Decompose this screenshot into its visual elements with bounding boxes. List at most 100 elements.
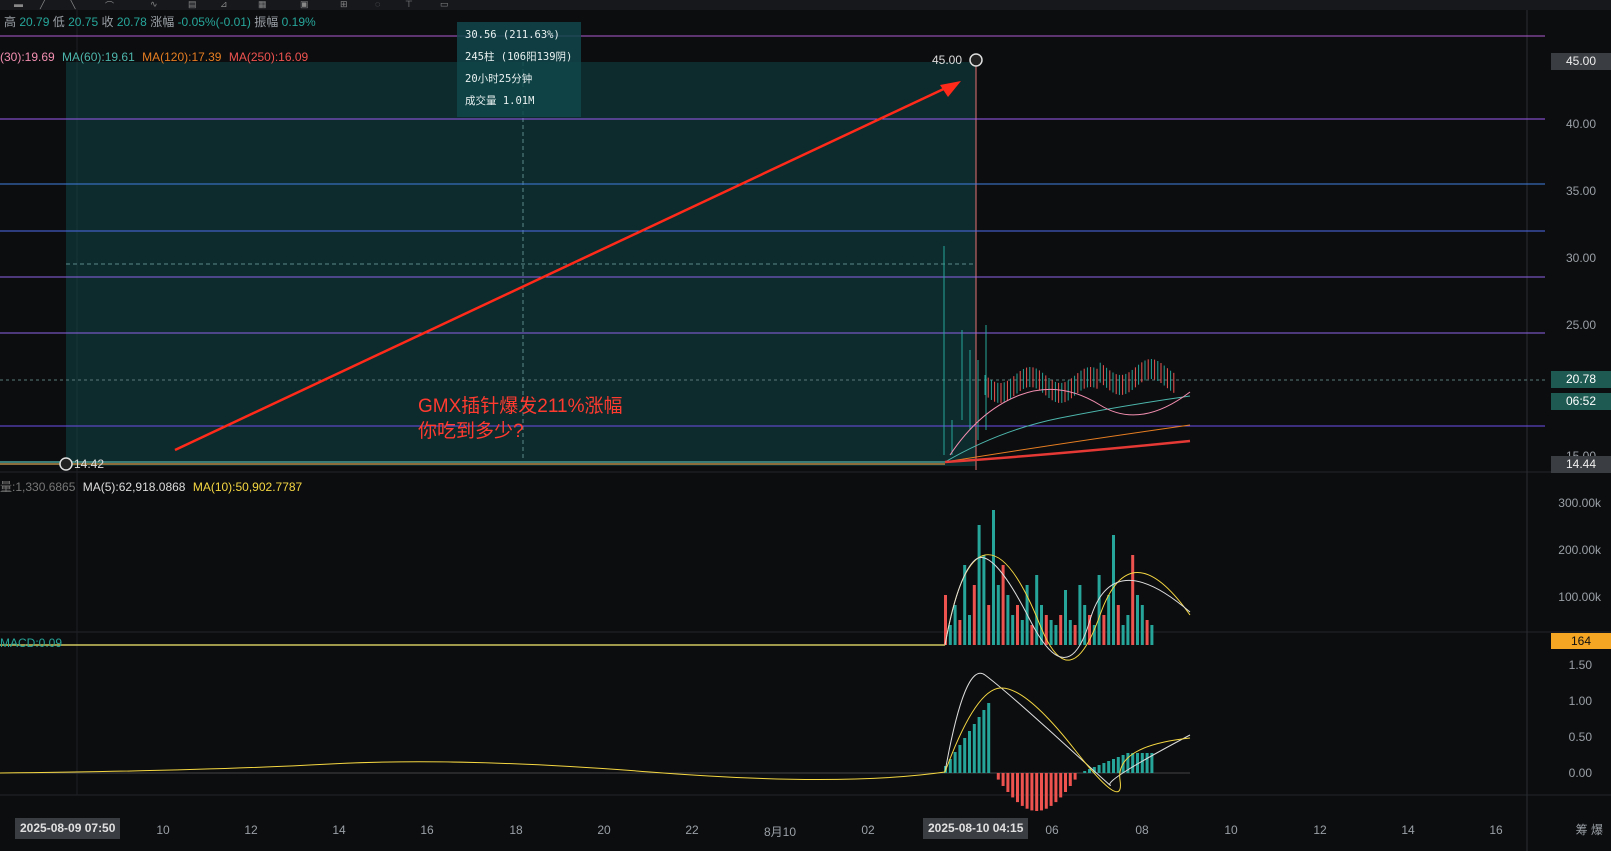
volume-bar — [1150, 625, 1154, 645]
macd-bar — [1145, 753, 1149, 773]
macd-bar — [1049, 773, 1053, 806]
tool-icon[interactable]: ▦ — [258, 0, 267, 10]
macd-bar — [1131, 753, 1135, 773]
tool-icon[interactable]: ∿ — [150, 0, 158, 10]
macd-bar — [958, 745, 962, 773]
tool-icon[interactable]: ╱ — [40, 0, 45, 10]
volume-axis-tick: 200.00k — [1558, 543, 1601, 557]
chart-canvas[interactable] — [0, 0, 1611, 851]
macd-bar — [968, 731, 971, 773]
chip-burst-toggles[interactable]: 筹 爆 — [1576, 821, 1603, 838]
macd-bar — [982, 710, 986, 773]
volume-legend: 量:1,330.6865 MA(5):62,918.0868 MA(10):50… — [0, 478, 302, 495]
tool-icon[interactable]: ▤ — [188, 0, 197, 10]
volume-bar — [1006, 595, 1010, 645]
price-axis-tick: 40.00 — [1565, 117, 1596, 131]
tool-icon[interactable]: ⊞ — [340, 0, 348, 10]
volume-bar — [948, 625, 952, 645]
macd-bar — [972, 724, 976, 773]
time-axis-tick: 18 — [509, 823, 523, 837]
measure-change: 30.56 (211.63%) — [465, 29, 560, 41]
volume-bar — [1126, 615, 1130, 645]
volume-tag: 164 — [1551, 633, 1611, 649]
tool-icon[interactable]: ▭ — [440, 0, 449, 10]
tool-icon[interactable]: ◌ — [375, 0, 380, 9]
macd-bar — [1102, 763, 1106, 773]
volume-bar — [1083, 605, 1087, 645]
macd-bar — [1001, 773, 1005, 786]
macd-axis-tick: 0.50 — [1568, 730, 1592, 744]
macd-bar — [1030, 773, 1034, 811]
time-axis-cursor: 2025-08-10 04:15 — [923, 818, 1029, 839]
time-axis-tick: 12 — [244, 823, 258, 837]
volume-bar — [1059, 615, 1063, 645]
ma-legend: (30):19.69 MA(60):19.61 MA(120):17.39 MA… — [0, 50, 308, 64]
time-axis-tick: 22 — [685, 823, 699, 837]
volume-bar — [996, 585, 1000, 645]
close-value: 20.78 — [116, 15, 147, 29]
countdown-tag: 06:52 — [1551, 393, 1611, 410]
annotation-line-2: 你吃到多少? — [418, 421, 524, 442]
top-toolbar: ▬ ╱ ╲ ⌒ ∿ ▤ ⊿ ▦ ▣ ⊞ ◌ ⊤ ▭ — [0, 0, 1611, 12]
volume-bar — [968, 615, 971, 645]
macd-flat-line — [0, 761, 946, 780]
time-axis-tick: 10 — [156, 823, 170, 837]
tool-icon[interactable]: ╲ — [70, 0, 75, 10]
time-axis-tick: 14 — [332, 823, 346, 837]
macd-bar — [1064, 773, 1067, 792]
tool-icon[interactable]: ⌒ — [105, 0, 114, 12]
macd-bar — [996, 773, 1000, 780]
tool-icon[interactable]: ▬ — [14, 0, 23, 9]
volume-bar — [977, 525, 981, 645]
macd-bar — [1083, 771, 1087, 773]
tool-icon[interactable]: ⊤ — [405, 0, 413, 10]
time-axis-start: 2025-08-09 07:50 — [15, 818, 121, 839]
volume-ma10: MA(10):50,902.7787 — [192, 480, 303, 494]
volume-bar — [1054, 625, 1058, 645]
volume-bar — [1121, 625, 1125, 645]
tool-icon[interactable]: ⊿ — [220, 0, 228, 10]
macd-bar — [1011, 773, 1015, 798]
macd-bar — [953, 752, 957, 773]
volume-axis-tick: 100.00k — [1558, 590, 1601, 604]
high-value: 20.79 — [19, 15, 50, 29]
volume-bar — [1140, 605, 1144, 645]
macd-bar — [1068, 773, 1072, 786]
price-axis-tick: 35.00 — [1565, 184, 1596, 198]
volume-ma5: MA(5):62,918.0868 — [82, 480, 186, 494]
ma60-value: MA(60):19.61 — [62, 50, 135, 64]
volume-bar — [1136, 595, 1139, 645]
price-tag-bottom: 14.44 — [1551, 456, 1611, 473]
macd-bar — [977, 717, 981, 773]
macd-bar — [1006, 773, 1010, 792]
measure-duration: 20小时25分钟 — [465, 73, 533, 85]
macd-axis-tick: 1.50 — [1568, 658, 1592, 672]
volume-bar — [1064, 590, 1067, 645]
measure-tooltip: 30.56 (211.63%) 245柱 (106阳139阴) 20小时25分钟… — [457, 22, 581, 117]
ma30-value: (30):19.69 — [0, 50, 55, 64]
ma250-value: MA(250):16.09 — [228, 50, 309, 64]
time-axis-tick: 14 — [1401, 823, 1415, 837]
volume-bar — [1049, 620, 1053, 645]
measure-volume: 成交量 1.01M — [465, 95, 535, 107]
measure-start-price: 14.42 — [74, 457, 105, 471]
volume-bar — [1107, 595, 1111, 645]
macd-bar — [1059, 773, 1063, 798]
volume-bar — [972, 585, 976, 645]
macd-bar — [1016, 773, 1019, 803]
change-value: -0.05%(-0.01) — [177, 15, 251, 29]
measure-end-price: 45.00 — [932, 53, 963, 67]
time-axis-tick: 08 — [1135, 823, 1149, 837]
volume-bar — [953, 605, 957, 645]
macd-bar — [1054, 773, 1058, 803]
volume-bar — [992, 510, 995, 645]
tool-icon[interactable]: ▣ — [300, 0, 309, 10]
time-axis-tick: 10 — [1224, 823, 1238, 837]
macd-legend: MACD:0.09 — [0, 636, 63, 650]
macd-bar — [1073, 773, 1077, 780]
volume-bar — [1016, 605, 1019, 645]
price-tag-current: 20.78 — [1551, 371, 1611, 388]
price-axis-tick: 30.00 — [1565, 251, 1596, 265]
volume-bar — [1112, 535, 1115, 645]
macd-bar — [1040, 773, 1043, 811]
